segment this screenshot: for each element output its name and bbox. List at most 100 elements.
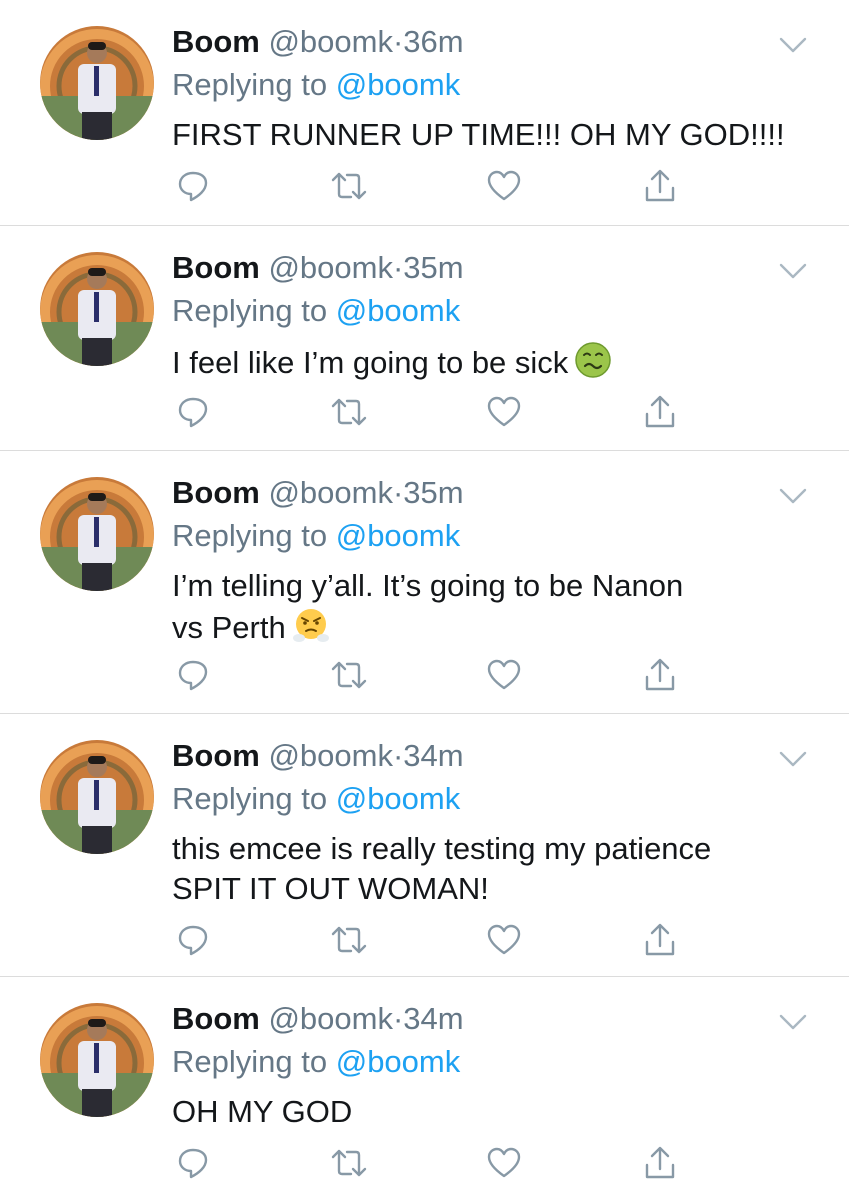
- tweet-text: this emcee is really testing my patience…: [172, 829, 792, 909]
- tweet-header: Boom @boomk·35m: [172, 473, 464, 513]
- tweet-header: Boom @boomk·34m: [172, 736, 464, 776]
- avatar-photo: [40, 1003, 154, 1117]
- avatar[interactable]: [40, 26, 154, 140]
- mention-link[interactable]: @boomk: [336, 293, 461, 328]
- replying-to: Replying to @boomk: [172, 291, 460, 331]
- share-button[interactable]: [642, 168, 678, 204]
- tweet-text: OH MY GOD: [172, 1092, 792, 1132]
- reply-icon: [178, 1148, 208, 1179]
- like-button[interactable]: [486, 1145, 522, 1181]
- like-button[interactable]: [486, 394, 522, 430]
- tweet[interactable]: Boom @boomk·34m Replying to @boomk this …: [0, 714, 849, 977]
- tweet-header: Boom @boomk·35m: [172, 248, 464, 288]
- avatar-photo: [40, 740, 154, 854]
- replying-to-label: Replying to: [172, 67, 336, 102]
- share-button[interactable]: [642, 394, 678, 430]
- share-icon: [645, 658, 675, 691]
- reply-button[interactable]: [175, 1145, 211, 1181]
- separator: ·: [392, 1001, 404, 1036]
- timestamp[interactable]: 34m: [403, 738, 463, 773]
- tweet-text-line: I’m telling y’all. It’s going to be Nano…: [172, 568, 684, 603]
- mention-link[interactable]: @boomk: [336, 781, 461, 816]
- like-icon: [487, 170, 521, 201]
- share-button[interactable]: [642, 1145, 678, 1181]
- timestamp[interactable]: 34m: [403, 1001, 463, 1036]
- chevron-down-icon[interactable]: [779, 36, 807, 54]
- face-with-steam-from-nose-emoji: [292, 609, 329, 642]
- separator: ·: [392, 738, 404, 773]
- replying-to: Replying to @boomk: [172, 516, 460, 556]
- display-name[interactable]: Boom: [172, 250, 260, 285]
- tweet-text: I’m telling y’all. It’s going to be Nano…: [172, 566, 792, 648]
- avatar-photo: [40, 26, 154, 140]
- like-button[interactable]: [486, 168, 522, 204]
- retweet-icon: [331, 172, 367, 200]
- retweet-button[interactable]: [329, 922, 369, 958]
- retweet-button[interactable]: [329, 394, 369, 430]
- mention-link[interactable]: @boomk: [336, 1044, 461, 1079]
- user-handle[interactable]: @boomk: [268, 738, 393, 773]
- display-name[interactable]: Boom: [172, 475, 260, 510]
- tweet-text: I feel like I’m going to be sick: [172, 341, 792, 383]
- share-button[interactable]: [642, 922, 678, 958]
- share-button[interactable]: [642, 657, 678, 693]
- like-icon: [487, 1147, 521, 1178]
- avatar[interactable]: [40, 252, 154, 366]
- chevron-down-icon[interactable]: [779, 750, 807, 768]
- chevron-down-icon[interactable]: [779, 487, 807, 505]
- timestamp[interactable]: 36m: [403, 24, 463, 59]
- user-handle[interactable]: @boomk: [268, 475, 393, 510]
- display-name[interactable]: Boom: [172, 1001, 260, 1036]
- mention-link[interactable]: @boomk: [336, 67, 461, 102]
- tweet-text-line: FIRST RUNNER UP TIME!!! OH MY GOD!!!!: [172, 117, 785, 152]
- like-button[interactable]: [486, 657, 522, 693]
- tweet-text-line: OH MY GOD: [172, 1094, 353, 1129]
- chevron-down-icon[interactable]: [779, 1013, 807, 1031]
- timestamp[interactable]: 35m: [403, 475, 463, 510]
- separator: ·: [392, 24, 404, 59]
- chevron-down-icon[interactable]: [779, 262, 807, 280]
- display-name[interactable]: Boom: [172, 738, 260, 773]
- retweet-button[interactable]: [329, 657, 369, 693]
- replying-to-label: Replying to: [172, 781, 336, 816]
- reply-button[interactable]: [175, 922, 211, 958]
- retweet-button[interactable]: [329, 168, 369, 204]
- share-icon: [645, 1146, 675, 1179]
- tweet-text-line: this emcee is really testing my patience: [172, 831, 712, 866]
- tweet-text-content: vs Perth: [172, 610, 286, 645]
- tweet-actions: [0, 168, 849, 208]
- reply-icon: [178, 171, 208, 202]
- tweet-text-line: SPIT IT OUT WOMAN!: [172, 871, 489, 906]
- retweet-icon: [331, 1149, 367, 1177]
- replying-to-label: Replying to: [172, 518, 336, 553]
- tweet[interactable]: Boom @boomk·35m Replying to @boomk I’m t…: [0, 451, 849, 714]
- reply-button[interactable]: [175, 657, 211, 693]
- reply-button[interactable]: [175, 394, 211, 430]
- avatar[interactable]: [40, 1003, 154, 1117]
- replying-to: Replying to @boomk: [172, 65, 460, 105]
- tweet-actions: [0, 922, 849, 962]
- tweet-actions: [0, 657, 849, 697]
- reply-button[interactable]: [175, 168, 211, 204]
- nauseated-face-emoji: [575, 342, 612, 378]
- retweet-button[interactable]: [329, 1145, 369, 1181]
- display-name[interactable]: Boom: [172, 24, 260, 59]
- user-handle[interactable]: @boomk: [268, 24, 393, 59]
- tweet[interactable]: Boom @boomk·35m Replying to @boomk I fee…: [0, 226, 849, 451]
- avatar[interactable]: [40, 740, 154, 854]
- mention-link[interactable]: @boomk: [336, 518, 461, 553]
- replying-to: Replying to @boomk: [172, 1042, 460, 1082]
- avatar-photo: [40, 252, 154, 366]
- user-handle[interactable]: @boomk: [268, 1001, 393, 1036]
- reply-icon: [178, 925, 208, 956]
- timestamp[interactable]: 35m: [403, 250, 463, 285]
- separator: ·: [392, 475, 404, 510]
- tweet[interactable]: Boom @boomk·36m Replying to @boomk FIRST…: [0, 0, 849, 226]
- separator: ·: [392, 250, 404, 285]
- retweet-icon: [331, 661, 367, 689]
- avatar-photo: [40, 477, 154, 591]
- tweet[interactable]: Boom @boomk·34m Replying to @boomk OH MY…: [0, 977, 849, 1200]
- like-button[interactable]: [486, 922, 522, 958]
- user-handle[interactable]: @boomk: [268, 250, 393, 285]
- avatar[interactable]: [40, 477, 154, 591]
